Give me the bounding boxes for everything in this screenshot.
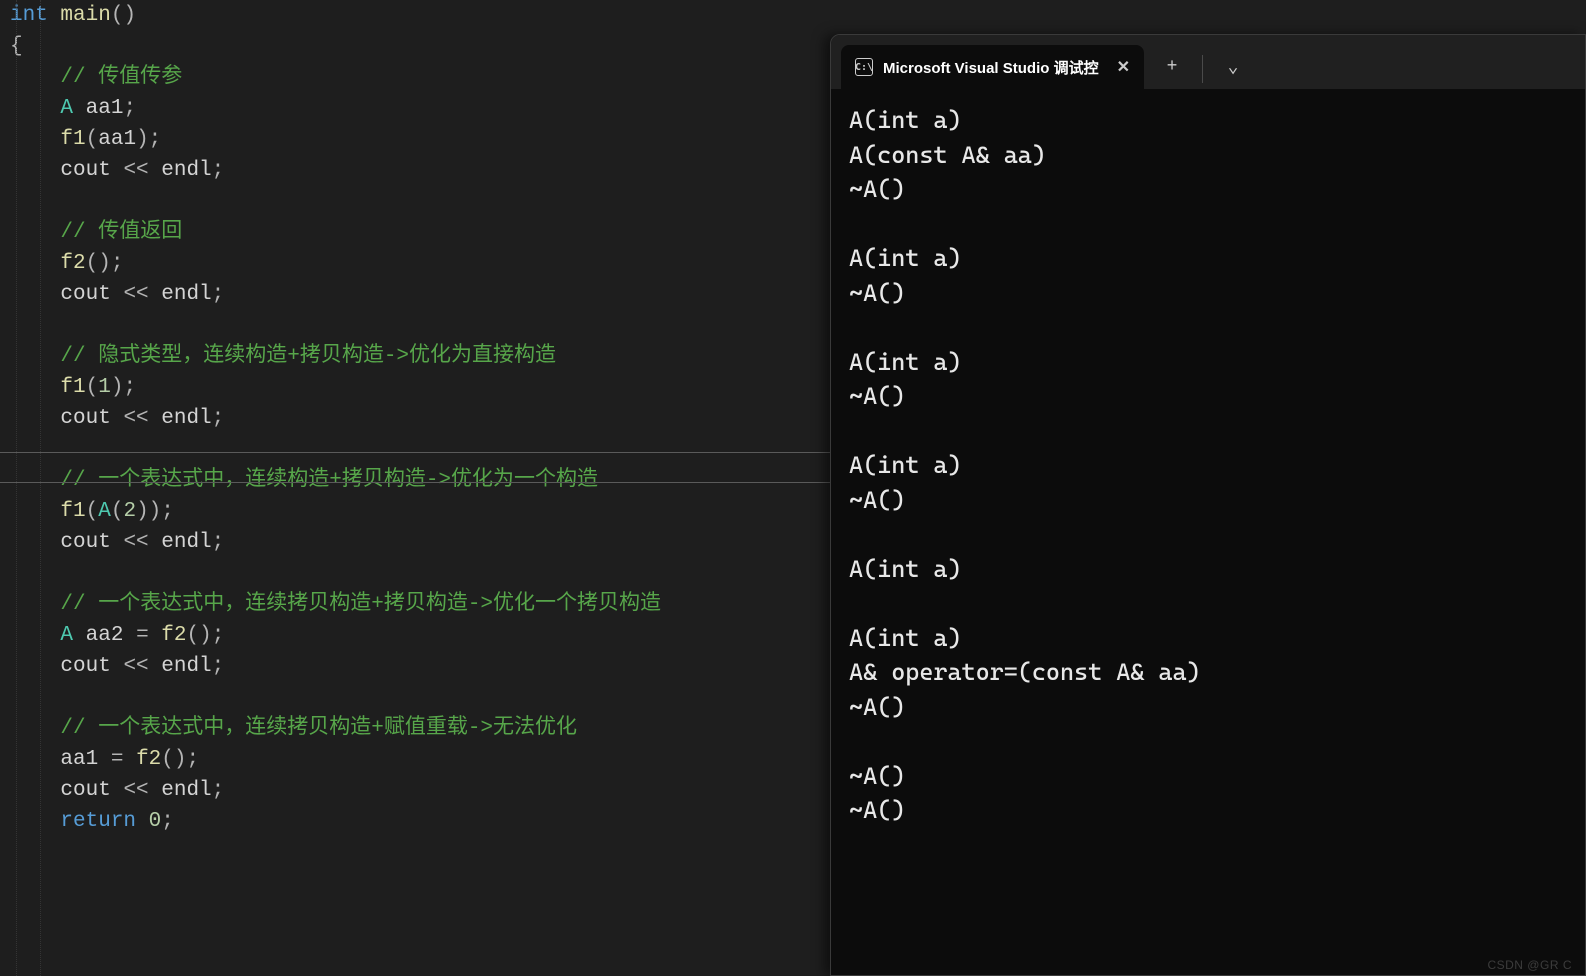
code-line[interactable]: // 一个表达式中，连续拷贝构造+拷贝构造->优化一个拷贝构造 <box>10 589 830 620</box>
terminal-icon: C:\ <box>855 58 873 76</box>
code-line[interactable]: // 传值传参 <box>10 62 830 93</box>
code-line[interactable]: // 隐式类型，连续构造+拷贝构造->优化为直接构造 <box>10 341 830 372</box>
code-editor[interactable]: int main(){ // 传值传参 A aa1; f1(aa1); cout… <box>0 0 830 976</box>
code-line[interactable] <box>10 682 830 713</box>
code-line[interactable]: cout << endl; <box>10 279 830 310</box>
tab-dropdown-button[interactable]: ⌄ <box>1213 45 1253 89</box>
code-line[interactable]: cout << endl; <box>10 403 830 434</box>
tab-title: Microsoft Visual Studio 调试控 <box>883 57 1099 78</box>
code-line[interactable]: cout << endl; <box>10 155 830 186</box>
terminal-tabbar: C:\ Microsoft Visual Studio 调试控 ✕ + ⌄ <box>831 35 1585 89</box>
code-line[interactable]: f1(aa1); <box>10 124 830 155</box>
code-line[interactable]: int main() <box>10 0 830 31</box>
code-line[interactable] <box>10 186 830 217</box>
code-line[interactable]: // 一个表达式中，连续拷贝构造+赋值重载->无法优化 <box>10 713 830 744</box>
code-line[interactable] <box>10 558 830 589</box>
code-line[interactable]: cout << endl; <box>10 775 830 806</box>
code-content[interactable]: int main(){ // 传值传参 A aa1; f1(aa1); cout… <box>10 0 830 837</box>
code-line[interactable]: { <box>10 31 830 62</box>
watermark: CSDN @GR C <box>1487 958 1572 972</box>
code-line[interactable]: cout << endl; <box>10 527 830 558</box>
close-icon[interactable]: ✕ <box>1117 57 1130 77</box>
code-line[interactable]: f1(1); <box>10 372 830 403</box>
code-line[interactable] <box>10 310 830 341</box>
terminal-window[interactable]: C:\ Microsoft Visual Studio 调试控 ✕ + ⌄ A(… <box>830 34 1586 976</box>
code-line[interactable] <box>10 434 830 465</box>
indent-guide <box>16 0 17 976</box>
code-line[interactable]: A aa1; <box>10 93 830 124</box>
code-line[interactable]: // 一个表达式中，连续构造+拷贝构造->优化为一个构造 <box>10 465 830 496</box>
indent-guide <box>40 0 41 976</box>
code-line[interactable]: cout << endl; <box>10 651 830 682</box>
terminal-tab[interactable]: C:\ Microsoft Visual Studio 调试控 ✕ <box>841 45 1144 89</box>
terminal-output[interactable]: A(int a) A(const A& aa) ~A() A(int a) ~A… <box>831 89 1585 975</box>
new-tab-button[interactable]: + <box>1152 45 1192 89</box>
code-line[interactable]: aa1 = f2(); <box>10 744 830 775</box>
code-line[interactable]: return 0; <box>10 806 830 837</box>
code-line[interactable]: // 传值返回 <box>10 217 830 248</box>
code-line[interactable]: A aa2 = f2(); <box>10 620 830 651</box>
separator <box>1202 55 1203 83</box>
code-line[interactable]: f2(); <box>10 248 830 279</box>
code-line[interactable]: f1(A(2)); <box>10 496 830 527</box>
